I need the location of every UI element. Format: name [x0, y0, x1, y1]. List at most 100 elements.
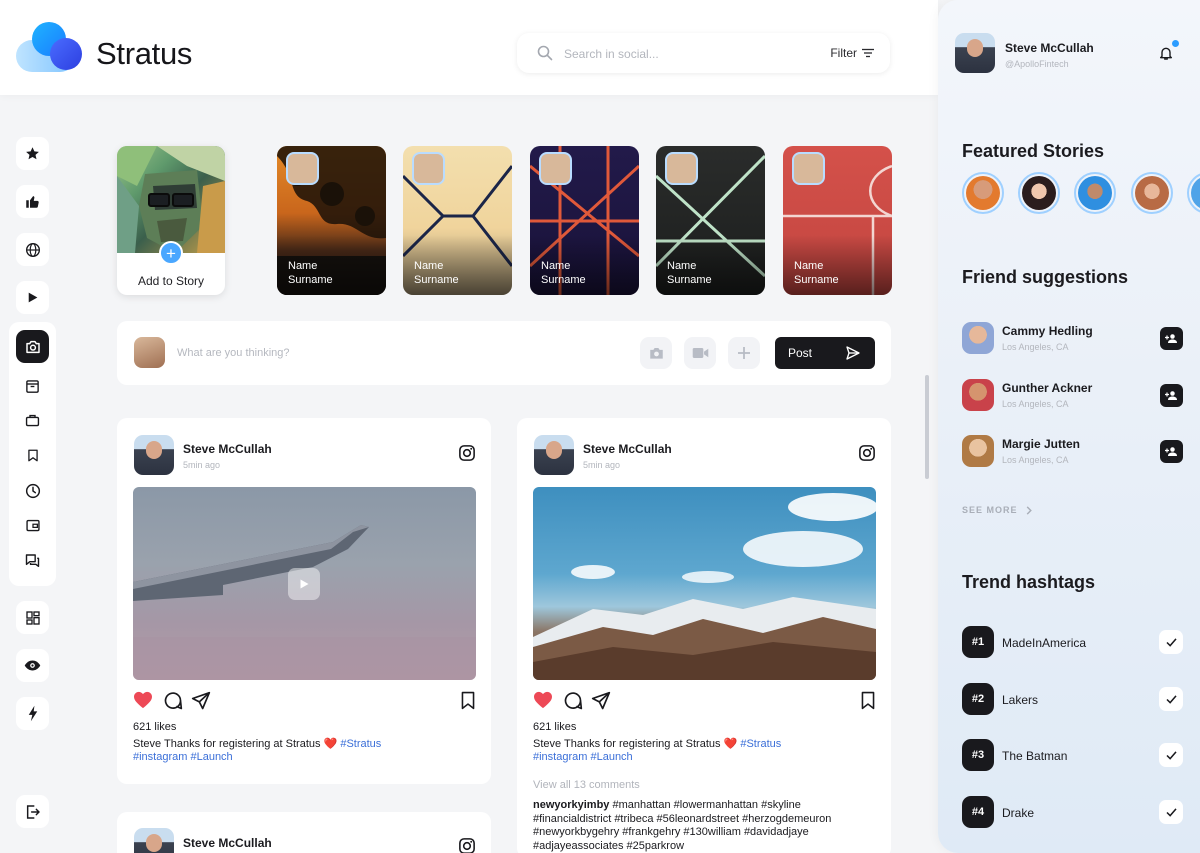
add-story-plus-icon[interactable]: +	[159, 241, 183, 265]
instagram-icon[interactable]	[858, 444, 876, 462]
story-card[interactable]: Name Surname	[783, 146, 892, 295]
comment-author[interactable]: newyorkyimby	[533, 799, 609, 811]
eye-icon	[24, 660, 41, 671]
sidebar-archive-button[interactable]	[9, 370, 56, 403]
post-author-avatar[interactable]	[534, 435, 574, 475]
feed-scrollbar[interactable]	[925, 375, 929, 479]
view-comments-link[interactable]: View all 13 comments	[533, 779, 640, 791]
globe-icon	[25, 242, 40, 257]
composer-input[interactable]: What are you thinking?	[177, 347, 290, 359]
caption-author[interactable]: Steve	[133, 738, 161, 750]
sidebar-dashboard-button[interactable]	[16, 601, 49, 634]
suggestion-avatar[interactable]	[962, 322, 994, 354]
bookmark-icon[interactable]	[860, 691, 876, 710]
current-user-avatar[interactable]	[955, 33, 995, 73]
post-video[interactable]	[133, 487, 476, 680]
stratus-logo[interactable]	[16, 22, 84, 74]
hashtag-follow-button[interactable]	[1159, 800, 1183, 824]
sidebar-bookmark-button[interactable]	[9, 439, 56, 472]
hashtag-follow-button[interactable]	[1159, 630, 1183, 654]
comment-icon[interactable]	[163, 691, 183, 711]
story-card[interactable]: Name Surname	[403, 146, 512, 295]
story-name: Name	[541, 260, 571, 272]
bookmark-icon	[27, 449, 38, 462]
hashtag-follow-button[interactable]	[1159, 743, 1183, 767]
featured-story[interactable]	[1018, 172, 1060, 214]
story-card[interactable]: Name Surname	[530, 146, 639, 295]
post-author-avatar[interactable]	[134, 828, 174, 853]
caption-author[interactable]: Steve	[533, 738, 561, 750]
add-friend-button[interactable]	[1160, 327, 1183, 350]
search-input[interactable]: Search in social...	[564, 47, 659, 61]
suggestion-avatar[interactable]	[962, 379, 994, 411]
story-card[interactable]: Name Surname	[656, 146, 765, 295]
add-user-icon	[1165, 334, 1177, 343]
sidebar-briefcase-button[interactable]	[9, 404, 56, 437]
featured-story[interactable]	[1074, 172, 1116, 214]
instagram-icon[interactable]	[458, 444, 476, 462]
featured-story[interactable]	[962, 172, 1004, 214]
post-author-name[interactable]: Steve McCullah	[183, 442, 272, 456]
play-icon	[300, 579, 309, 589]
bell-icon[interactable]	[1158, 45, 1174, 61]
story-author-avatar	[665, 152, 698, 185]
sidebar-likes-button[interactable]	[16, 185, 49, 218]
hashtag-name[interactable]: Drake	[1002, 806, 1034, 820]
caption-tags[interactable]: #instagram #Launch	[133, 751, 233, 763]
suggestion-name[interactable]: Gunther Ackner	[1002, 381, 1092, 395]
bookmark-icon[interactable]	[460, 691, 476, 710]
post-author-name[interactable]: Steve McCullah	[583, 442, 672, 456]
caption-tags[interactable]: #instagram #Launch	[533, 751, 633, 763]
story-card[interactable]: Name Surname	[277, 146, 386, 295]
add-photo-button[interactable]	[640, 337, 672, 369]
sidebar-star-button[interactable]	[16, 137, 49, 170]
caption-tag[interactable]: #Stratus	[340, 738, 381, 750]
search-bar[interactable]: Search in social... Filter	[517, 33, 890, 73]
sidebar-logout-button[interactable]	[16, 795, 49, 828]
post-caption: Steve Thanks for registering at Stratus …	[133, 738, 473, 764]
hashtag-name[interactable]: MadeInAmerica	[1002, 636, 1086, 650]
suggestion-name[interactable]: Cammy Hedling	[1002, 324, 1093, 338]
comment-icon[interactable]	[563, 691, 583, 711]
featured-story[interactable]	[1187, 172, 1200, 214]
share-icon[interactable]	[191, 691, 211, 711]
sidebar-bolt-button[interactable]	[16, 697, 49, 730]
share-icon[interactable]	[591, 691, 611, 711]
hashtag-rank: #3	[962, 739, 994, 771]
add-video-button[interactable]	[684, 337, 716, 369]
heart-icon[interactable]	[533, 691, 553, 709]
post-image[interactable]	[533, 487, 876, 680]
post-author-name[interactable]: Steve McCullah	[183, 836, 272, 850]
heart-icon[interactable]	[133, 691, 153, 709]
sidebar-clock-button[interactable]	[9, 474, 56, 507]
add-friend-button[interactable]	[1160, 384, 1183, 407]
caption-tag[interactable]: #Stratus	[740, 738, 781, 750]
filter-button[interactable]: Filter	[830, 46, 874, 60]
story-author-avatar	[539, 152, 572, 185]
see-more-label: SEE MORE	[962, 505, 1018, 515]
thumbs-up-icon	[26, 196, 39, 208]
add-story-card[interactable]: + Add to Story	[117, 146, 225, 295]
suggestion-name[interactable]: Margie Jutten	[1002, 437, 1080, 451]
suggestion-avatar[interactable]	[962, 435, 994, 467]
hashtag-name[interactable]: Lakers	[1002, 693, 1038, 707]
instagram-icon[interactable]	[458, 837, 476, 853]
hashtag-name[interactable]: The Batman	[1002, 749, 1067, 763]
current-user-name[interactable]: Steve McCullah	[1005, 41, 1094, 55]
current-user-handle: @ApolloFintech	[1005, 59, 1069, 69]
add-story-label: Add to Story	[137, 274, 205, 288]
post-button[interactable]: Post	[775, 337, 875, 369]
sidebar-chat-button[interactable]	[9, 544, 56, 577]
sidebar-wallet-button[interactable]	[9, 509, 56, 542]
sidebar-globe-button[interactable]	[16, 233, 49, 266]
post-author-avatar[interactable]	[134, 435, 174, 475]
play-button[interactable]	[288, 568, 320, 600]
sidebar-camera-button[interactable]	[9, 330, 56, 363]
hashtag-follow-button[interactable]	[1159, 687, 1183, 711]
see-more-link[interactable]: SEE MORE	[962, 505, 1032, 515]
featured-story[interactable]	[1131, 172, 1173, 214]
add-friend-button[interactable]	[1160, 440, 1183, 463]
sidebar-play-button[interactable]	[16, 281, 49, 314]
sidebar-eye-button[interactable]	[16, 649, 49, 682]
add-more-button[interactable]	[728, 337, 760, 369]
